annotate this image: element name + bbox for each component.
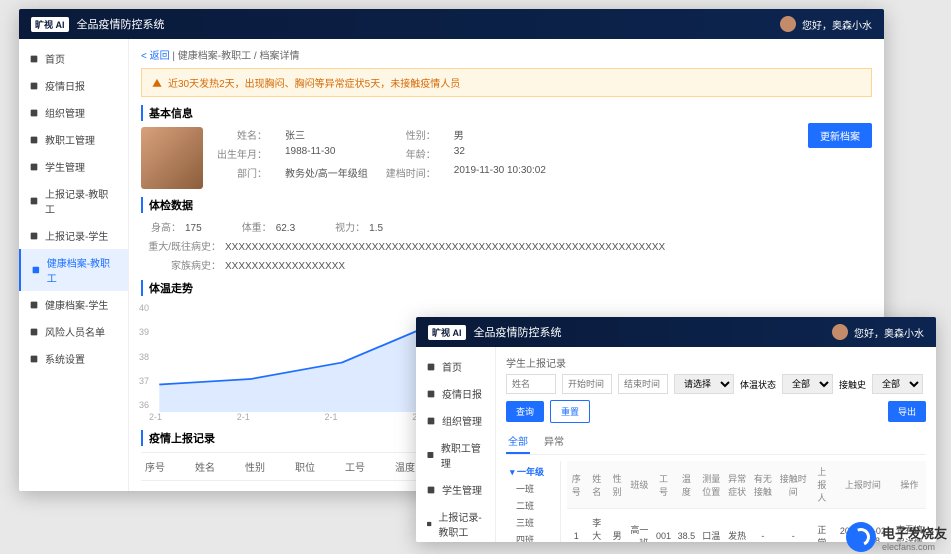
page-title: 学生上报记录 (506, 355, 926, 370)
sidebar-item[interactable]: 首页 (19, 45, 128, 72)
sidebar-item[interactable]: 疫情日报 (19, 72, 128, 99)
alert-banner: 近30天发热2天，出现胸闷、胸闷等异常症状5天，未接触疫情人员 (141, 68, 872, 97)
sex-select[interactable]: 请选择 (674, 374, 734, 394)
user-greeting: 您好，奥森小水 (854, 325, 924, 340)
app-logo: 旷视 AI (31, 17, 69, 32)
sidebar-item[interactable]: 风险人员名单 (19, 318, 128, 345)
section-phys-title: 体检数据 (141, 197, 872, 213)
sidebar-item[interactable]: 首页 (416, 353, 495, 380)
back-link[interactable]: < 返回 (141, 51, 170, 62)
app-logo: 旷视 AI (428, 325, 466, 340)
sidebar-item[interactable]: 健康档案-学生 (19, 291, 128, 318)
sidebar-item[interactable]: 上报记录-教职工 (19, 180, 128, 222)
user-greeting: 您好，奥森小水 (802, 17, 872, 32)
export-button[interactable]: 导出 (888, 401, 926, 422)
tab-all[interactable]: 全部 (506, 429, 530, 454)
sidebar-item[interactable]: 教职工管理 (416, 434, 495, 476)
class-tree[interactable]: ▾ 一年级一班二班三班四班五班二年级三年级四年级 (506, 461, 561, 542)
user-area[interactable]: 您好，奥森小水 (780, 16, 872, 32)
basic-info-grid: 姓名：张三 性别：男 出生年月：1988-11-30 年龄：32 部门：教务处/… (217, 127, 546, 180)
watermark-icon (846, 522, 876, 552)
sidebar-item[interactable]: 健康档案-教职工 (19, 249, 128, 291)
sidebar-item[interactable]: 疫情日报 (416, 380, 495, 407)
start-date-input[interactable] (562, 374, 612, 394)
window-header: 旷视 AI 全品疫情防控系统 您好，奥森小水 (416, 317, 936, 347)
filter-toolbar: 请选择 体温状态 全部 接触史 全部 查询 重置 导出 (506, 374, 926, 423)
list-window: 旷视 AI 全品疫情防控系统 您好，奥森小水 首页疫情日报组织管理教职工管理学生… (416, 317, 936, 542)
end-date-input[interactable] (618, 374, 668, 394)
sidebar-item[interactable]: 组织管理 (416, 407, 495, 434)
sidebar-item[interactable]: 上报记录-学生 (19, 222, 128, 249)
sidebar-item[interactable]: 教职工管理 (19, 126, 128, 153)
sidebar-item[interactable]: 系统设置 (19, 345, 128, 372)
app-title: 全品疫情防控系统 (474, 324, 562, 340)
breadcrumb: < 返回 | 健康档案-教职工 / 档案详情 (141, 47, 872, 62)
name-input[interactable] (506, 374, 556, 394)
sidebar-item[interactable]: 组织管理 (19, 99, 128, 126)
update-button[interactable]: 更新档案 (808, 123, 872, 148)
sidebar: 首页疫情日报组织管理教职工管理学生管理上报记录-教职工上报记录-学生健康档案-教… (416, 347, 496, 542)
tab-abnormal[interactable]: 异常 (542, 429, 566, 454)
contact-select[interactable]: 全部 (872, 374, 923, 394)
avatar-icon (780, 16, 796, 32)
section-trend-title: 体温走势 (141, 280, 872, 296)
window-header: 旷视 AI 全品疫情防控系统 您好，奥森小水 (19, 9, 884, 39)
sidebar: 首页疫情日报组织管理教职工管理学生管理上报记录-教职工上报记录-学生健康档案-教… (19, 39, 129, 491)
sidebar-item[interactable]: 上报记录-教职工 (416, 503, 495, 542)
user-area[interactable]: 您好，奥森小水 (832, 324, 924, 340)
tabs: 全部 异常 (506, 429, 926, 455)
breadcrumb-seg1: 健康档案-教职工 (178, 51, 251, 62)
breadcrumb-seg2: 档案详情 (259, 51, 299, 62)
temp-select[interactable]: 全部 (782, 374, 833, 394)
sidebar-item[interactable]: 学生管理 (19, 153, 128, 180)
portrait-photo (141, 127, 203, 189)
watermark: 电子发烧友 elecfans.com (846, 522, 947, 552)
section-basic-title: 基本信息 (141, 105, 872, 121)
reset-button[interactable]: 重置 (550, 400, 590, 423)
app-title: 全品疫情防控系统 (77, 16, 165, 32)
avatar-icon (832, 324, 848, 340)
sidebar-item[interactable]: 学生管理 (416, 476, 495, 503)
warning-icon (152, 78, 162, 88)
search-button[interactable]: 查询 (506, 401, 544, 422)
